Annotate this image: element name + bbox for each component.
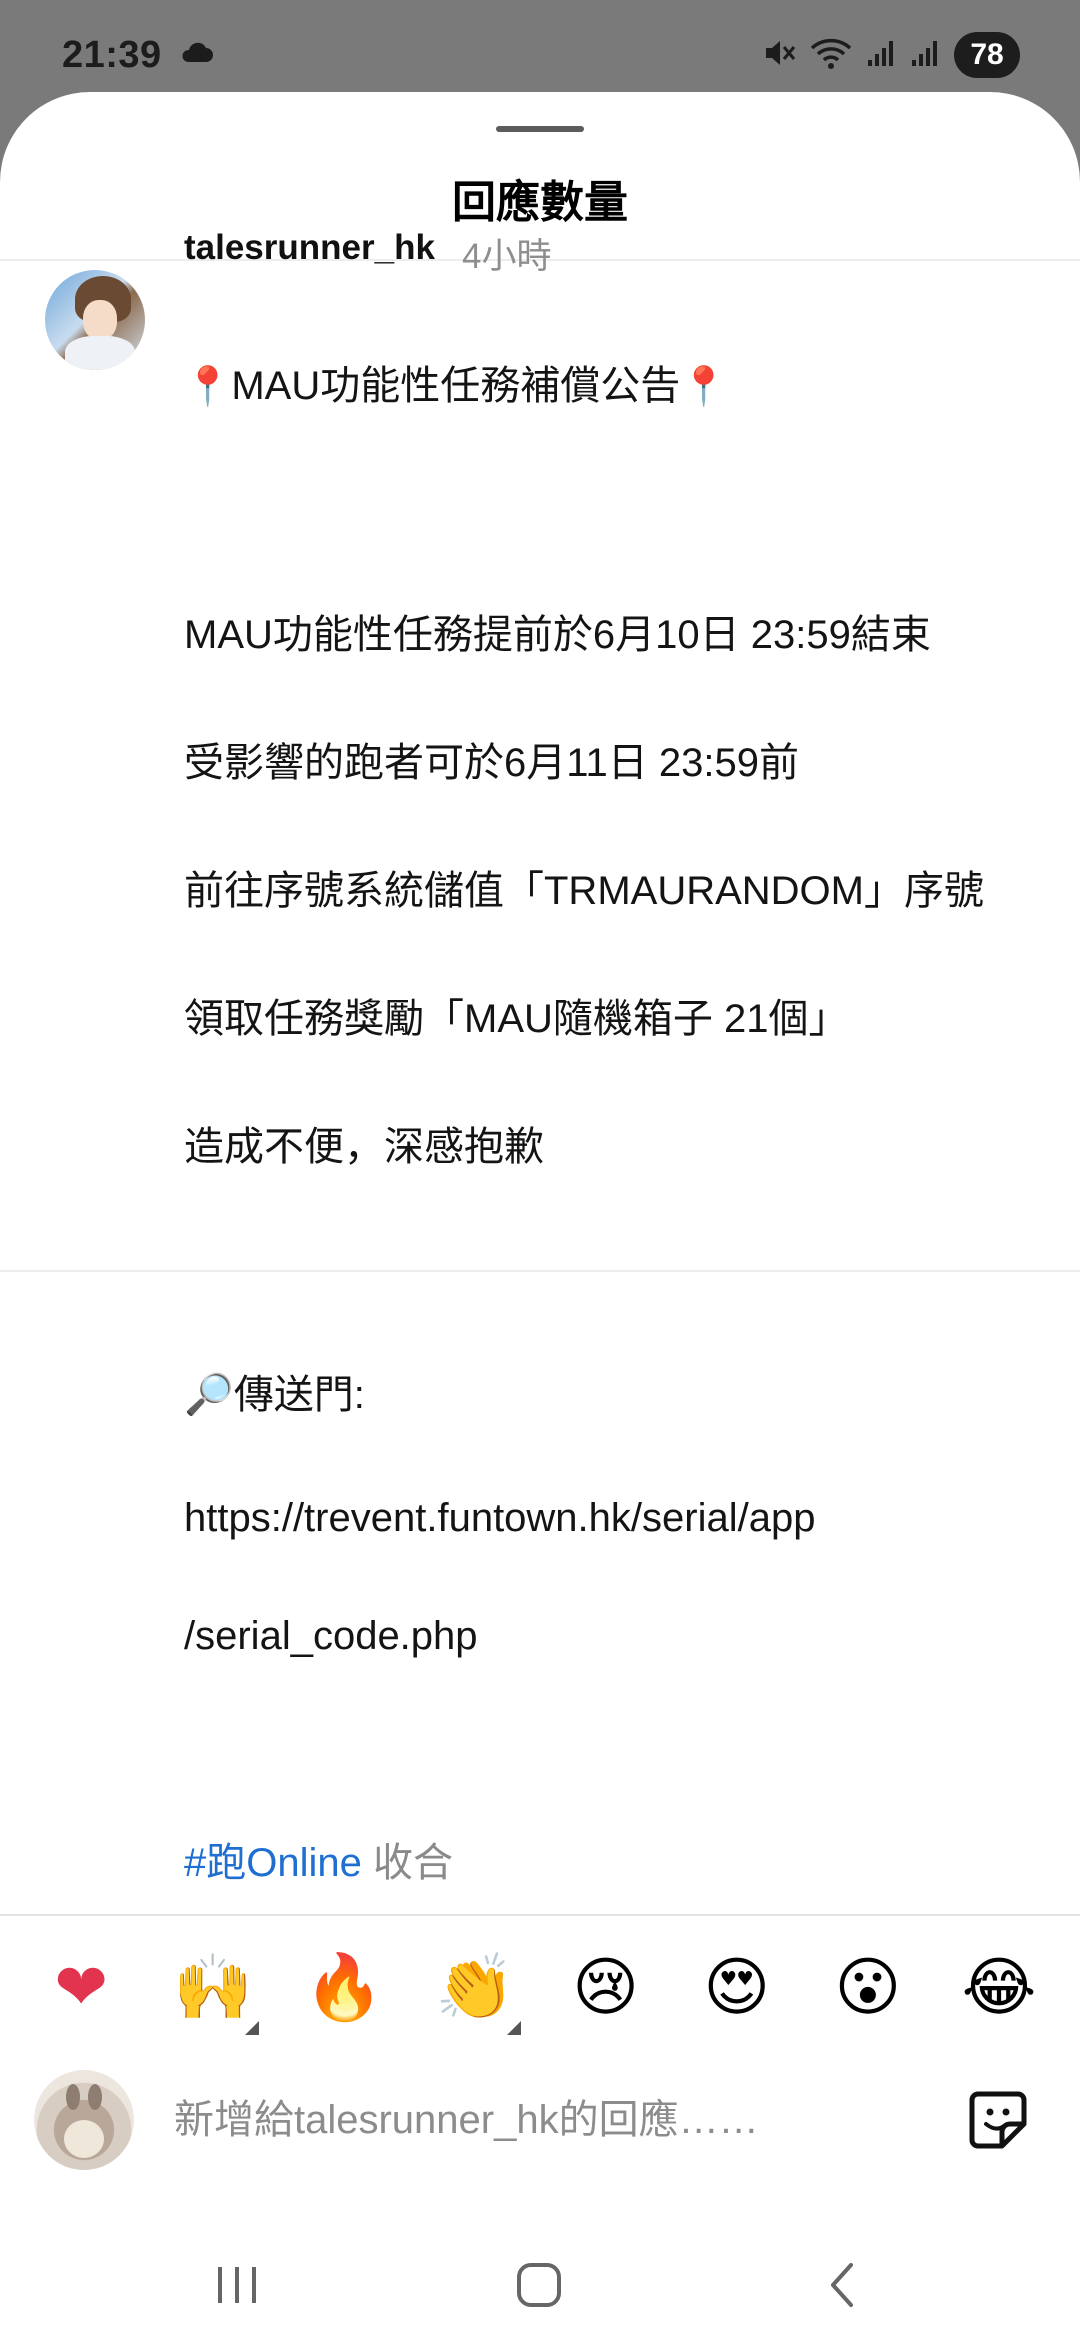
tears-of-joy-reaction-button[interactable]: 😂 xyxy=(960,1949,1038,2027)
signal-icon xyxy=(866,38,896,73)
back-icon[interactable] xyxy=(808,2250,878,2320)
status-left: 21:39 xyxy=(62,34,214,77)
post-line: 前往序號系統儲值「TRMAURANDOM」序號 xyxy=(184,869,984,913)
battery-icon: 78 xyxy=(954,32,1020,78)
magnifier-icon: 🔎 xyxy=(184,1373,234,1417)
status-right: 78 xyxy=(762,32,1020,78)
system-nav-bar xyxy=(0,2230,1080,2340)
surprised-face-reaction-button[interactable]: 😮 xyxy=(829,1949,907,2027)
post-timestamp: 4小時 xyxy=(462,237,552,276)
signal-icon xyxy=(910,38,940,73)
quick-reactions: ❤ 🙌 🔥 👏 😢 😍 😮 😂 xyxy=(0,1938,1080,2038)
post-body: 📍MAU功能性任務補償公告📍 MAU功能性任務提前於6月10日 23:59結束 … xyxy=(184,290,1064,1959)
crying-face-reaction-button[interactable]: 😢 xyxy=(567,1949,645,2027)
skin-tone-indicator xyxy=(507,2021,522,2035)
sheet-title: 回應數量 xyxy=(452,178,628,227)
author-username[interactable]: talesrunner_hk xyxy=(184,228,435,268)
post-line: MAU功能性任務提前於6月10日 23:59結束 xyxy=(184,613,931,657)
divider xyxy=(0,1270,1080,1272)
portal-label: 傳送門: xyxy=(233,1373,365,1417)
post-title: MAU功能性任務補償公告 xyxy=(231,364,681,408)
hashtag-row: #跑Online 收合 xyxy=(184,1831,1064,1895)
clock: 21:39 xyxy=(62,33,162,76)
reply-input[interactable] xyxy=(174,2090,874,2150)
hashtag-link[interactable]: #跑Online xyxy=(184,1841,362,1885)
post-line: 領取任務獎勵「MAU隨機箱子 21個」 xyxy=(184,997,849,1041)
cloud-icon xyxy=(180,42,214,69)
portal-line: 🔎傳送門: xyxy=(184,1363,1064,1427)
heart-eyes-reaction-button[interactable]: 😍 xyxy=(698,1949,776,2027)
skin-tone-indicator xyxy=(245,2021,260,2035)
post-line: 受影響的跑者可於6月11日 23:59前 xyxy=(184,741,799,785)
serial-link[interactable]: https://trevent.funtown.hk/serial/app xyxy=(184,1491,1064,1545)
divider xyxy=(0,1914,1080,1916)
mute-icon xyxy=(762,36,796,75)
my-avatar xyxy=(34,2070,134,2170)
post-title-line: 📍MAU功能性任務補償公告📍 xyxy=(184,354,1064,419)
clapping-hands-reaction-button[interactable]: 👏 xyxy=(435,1949,522,2035)
collapse-button[interactable]: 收合 xyxy=(373,1841,453,1885)
author-avatar[interactable] xyxy=(45,270,145,370)
raising-hands-reaction-button[interactable]: 🙌 xyxy=(173,1949,260,2035)
home-icon[interactable] xyxy=(504,2250,574,2320)
sticker-icon[interactable] xyxy=(966,2088,1030,2152)
recent-apps-icon[interactable] xyxy=(202,2250,272,2320)
wifi-icon xyxy=(810,36,852,75)
drag-handle[interactable] xyxy=(496,126,584,132)
fire-reaction-button[interactable]: 🔥 xyxy=(304,1949,384,2027)
serial-link-cont[interactable]: /serial_code.php xyxy=(184,1609,1064,1663)
reply-composer xyxy=(0,2060,1080,2180)
pin-icon: 📍 xyxy=(680,366,728,408)
post-line: 造成不便，深感抱歉 xyxy=(184,1125,544,1169)
heart-reaction-button[interactable]: ❤ xyxy=(42,1949,120,2027)
pin-icon: 📍 xyxy=(184,366,232,408)
